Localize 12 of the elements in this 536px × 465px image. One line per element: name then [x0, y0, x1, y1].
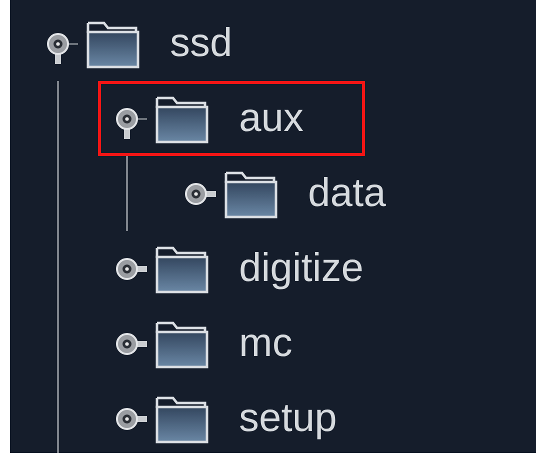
tree-item[interactable]: digitize: [98, 231, 425, 306]
highlighted-tree-item[interactable]: aux: [98, 81, 364, 156]
tree-item[interactable]: ssd: [29, 6, 294, 81]
folder-name: ssd: [170, 21, 232, 66]
tree-item[interactable]: mc: [98, 306, 354, 381]
folder-name: aux: [239, 96, 304, 141]
tree-item[interactable]: data: [167, 156, 447, 231]
folder-name: data: [308, 171, 386, 216]
folder-name: digitize: [239, 246, 364, 291]
tree-item[interactable]: setup: [98, 381, 398, 453]
folder-name: setup: [239, 396, 337, 441]
folder-name: mc: [239, 321, 292, 366]
